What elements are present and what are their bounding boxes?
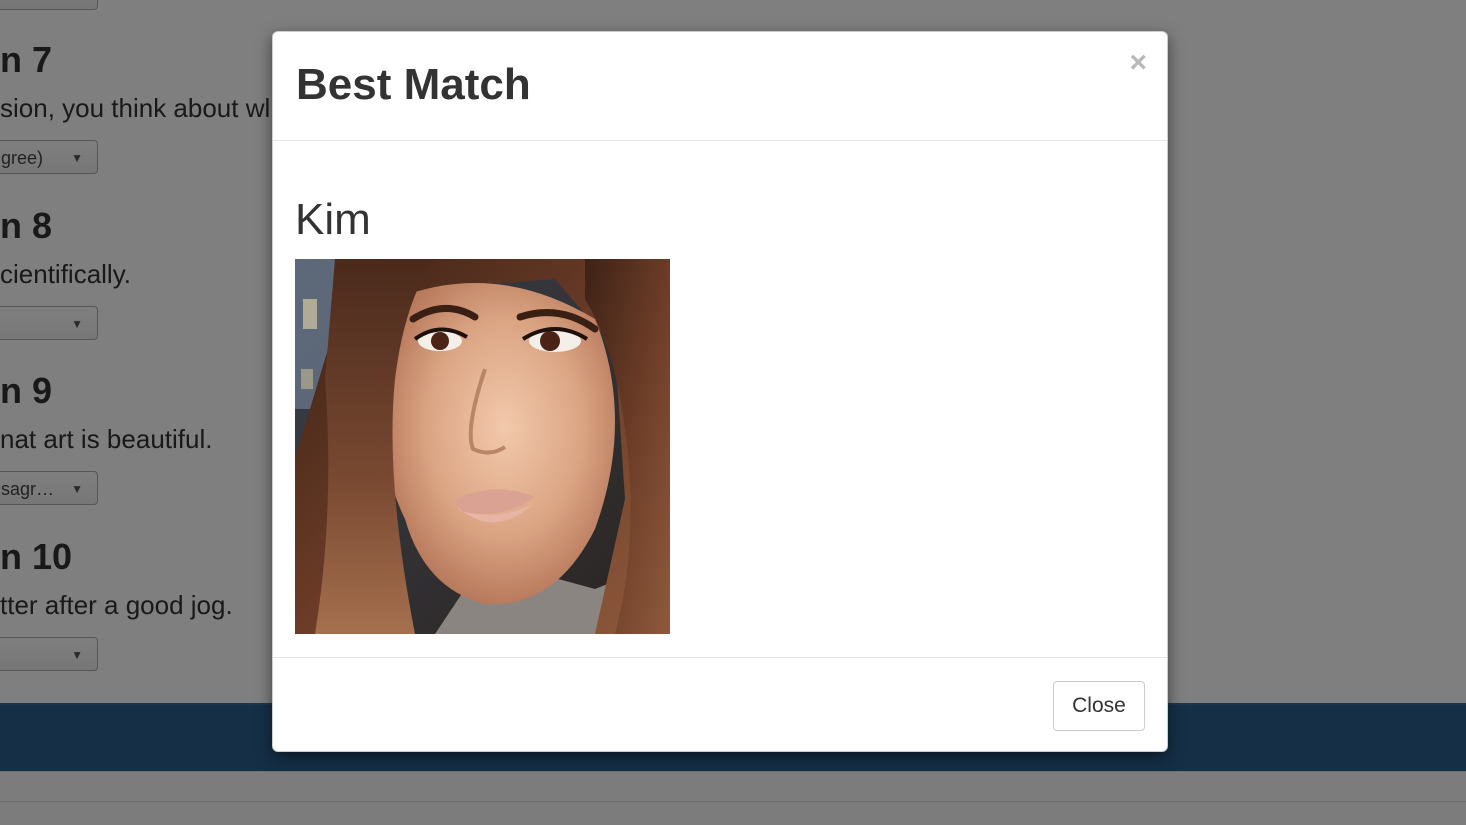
page: n 7 sion, you think about wl gree) ▼ n 8… [0, 0, 1466, 825]
best-match-modal: Best Match × Kim Close [272, 31, 1168, 752]
close-button[interactable]: Close [1053, 681, 1145, 731]
modal-body: Kim [273, 141, 1167, 657]
modal-footer: Close [273, 657, 1167, 752]
modal-header: Best Match × [273, 32, 1167, 141]
close-icon[interactable]: × [1129, 48, 1147, 78]
match-photo-image [295, 259, 670, 634]
match-photo [295, 259, 670, 634]
match-name: Kim [295, 195, 371, 244]
modal-title: Best Match [296, 60, 531, 109]
